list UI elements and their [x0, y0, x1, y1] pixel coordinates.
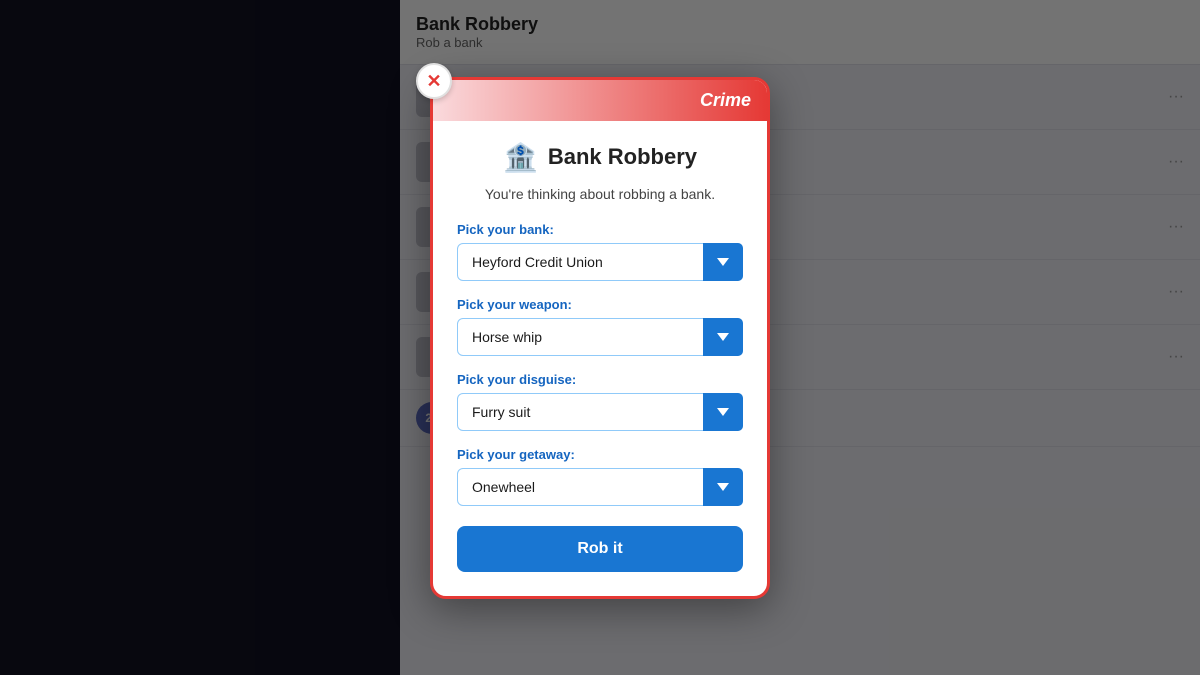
modal-card: Crime 🏦 Bank Robbery You're thinking abo…: [430, 77, 770, 599]
disguise-field-group: Pick your disguise: Furry suitClown cost…: [457, 372, 743, 431]
weapon-select-wrapper: Horse whipPistolKnifeBat: [457, 318, 743, 356]
rob-it-button[interactable]: Rob it: [457, 526, 743, 572]
weapon-field-group: Pick your weapon: Horse whipPistolKnifeB…: [457, 297, 743, 356]
getaway-select-wrapper: OnewheelBicycleSports carMotorcycle: [457, 468, 743, 506]
bank-select[interactable]: Heyford Credit UnionFirst National BankC…: [457, 243, 743, 281]
bank-label: Pick your bank:: [457, 222, 743, 237]
weapon-label: Pick your weapon:: [457, 297, 743, 312]
modal-description: You're thinking about robbing a bank.: [457, 186, 743, 202]
crime-label: Crime: [700, 90, 751, 110]
disguise-label: Pick your disguise:: [457, 372, 743, 387]
bank-icon: 🏦: [503, 141, 538, 174]
modal-wrapper: ✕ Crime 🏦 Bank Robbery You're thinking a…: [430, 77, 770, 599]
getaway-field-group: Pick your getaway: OnewheelBicycleSports…: [457, 447, 743, 506]
weapon-select[interactable]: Horse whipPistolKnifeBat: [457, 318, 743, 356]
bank-field-group: Pick your bank: Heyford Credit UnionFirs…: [457, 222, 743, 281]
disguise-select[interactable]: Furry suitClown costumeBusiness suitSki …: [457, 393, 743, 431]
modal-body: 🏦 Bank Robbery You're thinking about rob…: [433, 121, 767, 596]
modal-title-row: 🏦 Bank Robbery: [457, 141, 743, 174]
close-icon: ✕: [426, 72, 441, 90]
disguise-select-wrapper: Furry suitClown costumeBusiness suitSki …: [457, 393, 743, 431]
modal-title: Bank Robbery: [548, 144, 697, 170]
getaway-label: Pick your getaway:: [457, 447, 743, 462]
modal-header-banner: Crime: [433, 80, 767, 121]
getaway-select[interactable]: OnewheelBicycleSports carMotorcycle: [457, 468, 743, 506]
bank-select-wrapper: Heyford Credit UnionFirst National BankC…: [457, 243, 743, 281]
close-button[interactable]: ✕: [416, 63, 452, 99]
